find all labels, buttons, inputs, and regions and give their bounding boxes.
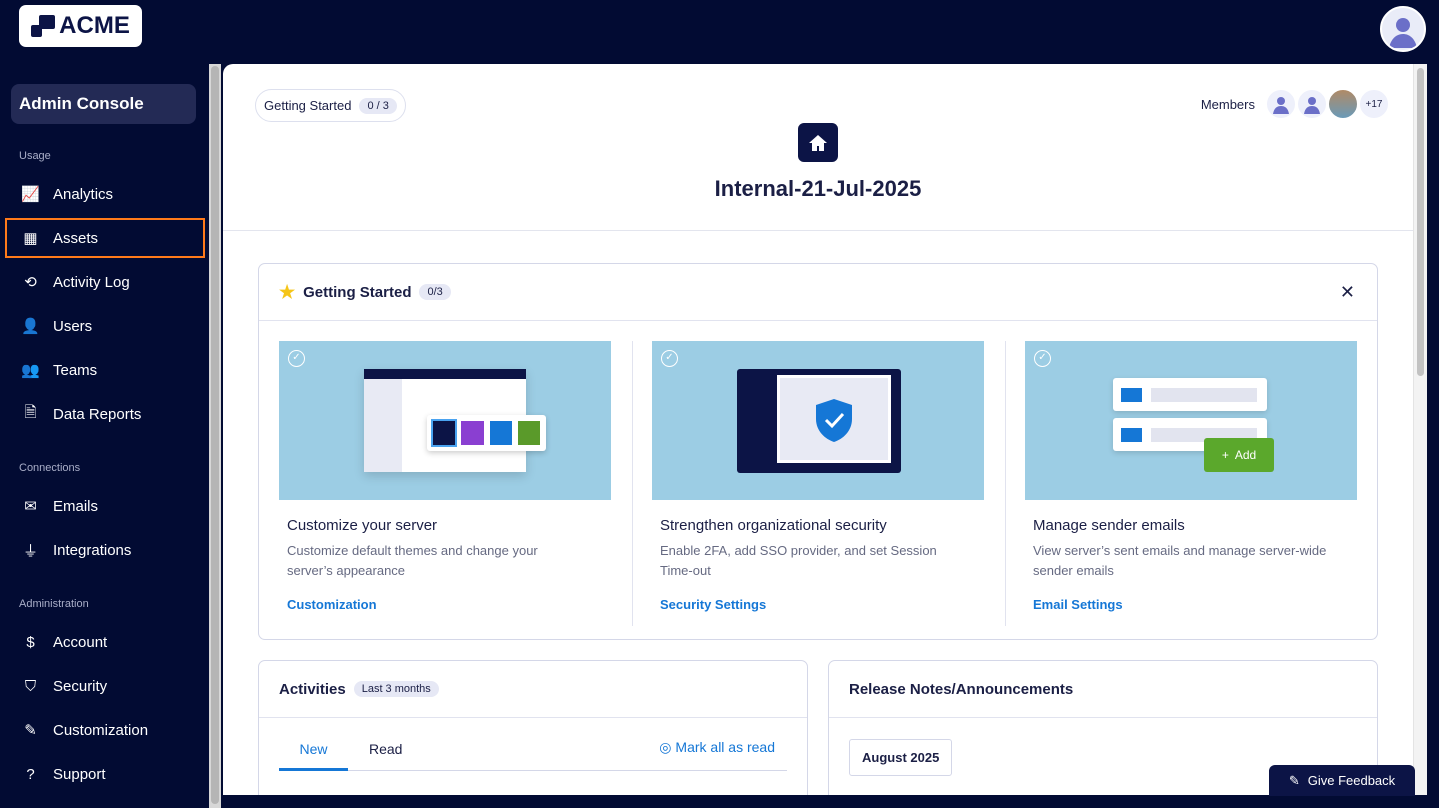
support-icon: ? <box>26 765 35 783</box>
integrations-icon: ⏚ <box>22 542 38 560</box>
security-icon: ⛉ <box>24 677 37 695</box>
customization-link[interactable]: Customization <box>287 597 611 612</box>
assets-icon: ▦ <box>23 230 38 247</box>
sidebar-item-label: Users <box>53 317 93 335</box>
sidebar: Admin Console Usage 📈 Analytics ▦ Assets ⟲ Act… <box>0 64 208 794</box>
customization-icon: ✎ <box>24 722 37 739</box>
member-avatar-photo <box>1328 89 1358 119</box>
sidebar-item-label: Support <box>53 765 106 783</box>
mark-all-read-button[interactable]: ◎ Mark all as read <box>659 739 775 756</box>
shield-icon <box>816 399 852 442</box>
sidebar-item-label: Analytics <box>53 185 114 203</box>
members[interactable]: Members +17 <box>1201 89 1389 119</box>
sidebar-item-label: Emails <box>53 497 99 515</box>
check-circle-icon: ◎ <box>659 739 676 755</box>
sidebar-item-teams[interactable]: 👥 Teams <box>0 350 208 390</box>
sidebar-item-activity-log[interactable]: ⟲ Activity Log <box>0 262 208 302</box>
sidebar-section-label: Usage <box>19 150 51 162</box>
sidebar-item-customization[interactable]: ✎ Customization <box>0 710 208 750</box>
sidebar-item-label: Integrations <box>53 541 132 559</box>
check-icon: ✓ <box>1034 350 1051 367</box>
tab-new[interactable]: New <box>279 741 348 771</box>
feedback-icon: ✎ <box>1288 772 1300 788</box>
data-reports-icon: 🗎 <box>24 403 37 421</box>
progress-count: 0 / 3 <box>359 97 397 114</box>
sidebar-item-emails[interactable]: ✉ Emails <box>0 486 208 526</box>
teams-icon: 👥 <box>21 362 40 379</box>
sidebar-item-label: Assets <box>53 229 99 247</box>
acme-logo[interactable]: ACME <box>19 5 142 47</box>
sidebar-section-label: Connections <box>19 462 81 474</box>
plus-icon: + <box>1221 448 1229 462</box>
member-avatar <box>1266 89 1296 119</box>
home-icon <box>798 123 838 162</box>
sidebar-item-label: Data Reports <box>53 405 142 423</box>
sidebar-item-label: Activity Log <box>53 273 130 291</box>
sidebar-item-assets[interactable]: ▦ Assets <box>5 218 205 258</box>
getting-started-pill[interactable]: Getting Started 0 / 3 <box>255 89 406 122</box>
close-icon[interactable]: ✕ <box>1340 282 1355 303</box>
admin-console-title: Admin Console <box>11 84 196 124</box>
email-settings-link[interactable]: Email Settings <box>1033 597 1357 612</box>
sidebar-item-label: Customization <box>53 721 149 739</box>
star-icon: ★ <box>279 281 296 302</box>
logo-mark-icon <box>31 15 56 37</box>
main-scrollbar[interactable] <box>1413 64 1427 795</box>
security-card: ✓ Strengthen organizational security Enab… <box>652 341 984 612</box>
check-icon: ✓ <box>288 350 305 367</box>
members-more: +17 <box>1359 89 1389 119</box>
check-icon: ✓ <box>661 350 678 367</box>
activity-log-icon: ⟲ <box>24 274 37 291</box>
account-icon: $ <box>26 633 35 651</box>
sidebar-item-label: Account <box>53 633 108 651</box>
sidebar-item-account[interactable]: $ Account <box>0 622 208 662</box>
sidebar-section-label: Administration <box>19 598 89 610</box>
user-avatar[interactable] <box>1380 6 1426 52</box>
tab-read[interactable]: Read <box>369 741 402 757</box>
sidebar-item-integrations[interactable]: ⏚ Integrations <box>0 530 208 570</box>
sidebar-item-support[interactable]: ? Support <box>0 754 208 794</box>
sidebar-item-users[interactable]: 👤 Users <box>0 306 208 346</box>
customize-server-card: ✓ Customize your server Customize default… <box>279 341 611 612</box>
users-icon: 👤 <box>21 318 40 335</box>
sender-emails-card: ✓ + Add Manage sender emails View server’s… <box>1025 341 1357 612</box>
analytics-icon: 📈 <box>21 186 40 203</box>
sidebar-item-security[interactable]: ⛉ Security <box>0 666 208 706</box>
emails-icon: ✉ <box>24 498 37 515</box>
getting-started-card: ★ Getting Started 0/3 ✕ ✓ Customize your s… <box>258 263 1378 640</box>
security-settings-link[interactable]: Security Settings <box>660 597 984 612</box>
page-title: Internal-21-Jul-2025 <box>714 176 922 201</box>
month-label: August 2025 <box>849 739 953 776</box>
main-panel: Getting Started 0 / 3 Members +17 Interna… <box>223 64 1427 795</box>
activities-card: Activities Last 3 months New Read ◎ Mark … <box>258 660 808 795</box>
sidebar-scrollbar[interactable] <box>209 64 221 808</box>
give-feedback-button[interactable]: ✎ Give Feedback <box>1269 765 1415 796</box>
sidebar-item-data-reports[interactable]: 🗎 Data Reports <box>0 394 208 434</box>
sidebar-item-analytics[interactable]: 📈 Analytics <box>0 174 208 214</box>
member-avatar <box>1297 89 1327 119</box>
sidebar-item-label: Security <box>53 677 108 695</box>
sidebar-item-label: Teams <box>53 361 98 379</box>
